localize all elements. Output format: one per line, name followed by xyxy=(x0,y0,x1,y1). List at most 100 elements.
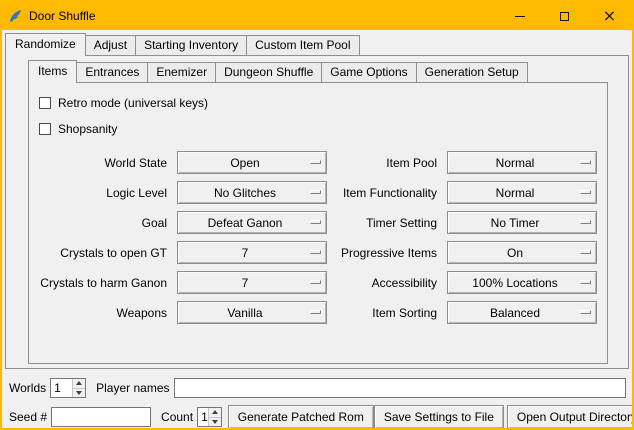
item-sorting-value: Balanced xyxy=(490,306,554,320)
save-settings-button[interactable]: Save Settings to File xyxy=(374,405,504,429)
tab-starting-inventory[interactable]: Starting Inventory xyxy=(135,35,247,55)
player-names-label: Player names xyxy=(96,381,169,395)
logic-level-value: No Glitches xyxy=(214,186,290,200)
open-output-button[interactable]: Open Output Directory xyxy=(507,405,634,429)
goal-value: Defeat Ganon xyxy=(208,216,297,230)
generate-rom-button[interactable]: Generate Patched Rom xyxy=(228,405,374,429)
accessibility-dropdown[interactable]: 100% Locations xyxy=(447,271,597,294)
tab-dungeon-shuffle[interactable]: Dungeon Shuffle xyxy=(215,62,322,82)
dropdown-indicator-icon xyxy=(580,190,591,194)
spinner-arrows xyxy=(72,379,85,397)
titlebar[interactable]: Door Shuffle × xyxy=(2,2,632,30)
close-icon: × xyxy=(603,8,616,24)
tab-items[interactable]: Items xyxy=(28,60,77,83)
spin-down-button[interactable] xyxy=(73,388,85,398)
progressive-items-value: On xyxy=(507,246,537,260)
seed-row: Seed # Count 1 Generate Patched Rom Save… xyxy=(9,405,626,429)
world-state-label: World State xyxy=(35,156,171,170)
accessibility-label: Accessibility xyxy=(333,276,441,290)
count-label: Count xyxy=(161,410,193,424)
retro-mode-checkbox-row[interactable]: Retro mode (universal keys) xyxy=(39,93,601,113)
tab-enemizer[interactable]: Enemizer xyxy=(147,62,216,82)
count-spinbox[interactable]: 1 xyxy=(197,407,222,427)
player-names-input[interactable] xyxy=(174,378,627,398)
item-pool-value: Normal xyxy=(496,156,549,170)
logic-level-dropdown[interactable]: No Glitches xyxy=(177,181,327,204)
dropdown-indicator-icon xyxy=(310,160,321,164)
arrow-down-icon xyxy=(212,420,218,424)
arrow-up-icon xyxy=(76,381,82,385)
dropdown-indicator-icon xyxy=(580,310,591,314)
dropdown-indicator-icon xyxy=(310,250,321,254)
window-title: Door Shuffle xyxy=(29,9,96,23)
spin-up-button[interactable] xyxy=(73,379,85,388)
shopsanity-label: Shopsanity xyxy=(58,122,117,136)
spin-down-button[interactable] xyxy=(209,417,221,427)
logic-level-label: Logic Level xyxy=(35,186,171,200)
count-value: 1 xyxy=(198,408,208,426)
seed-input[interactable] xyxy=(51,407,151,427)
weapons-value: Vanilla xyxy=(227,306,276,320)
inner-tab-bar: Items Entrances Enemizer Dungeon Shuffle… xyxy=(6,56,628,82)
crystals-open-gt-dropdown[interactable]: 7 xyxy=(177,241,327,264)
tab-adjust[interactable]: Adjust xyxy=(85,35,136,55)
app-icon xyxy=(8,9,23,24)
weapons-dropdown[interactable]: Vanilla xyxy=(177,301,327,324)
timer-setting-dropdown[interactable]: No Timer xyxy=(447,211,597,234)
window-controls: × xyxy=(497,2,632,30)
worlds-value: 1 xyxy=(51,379,72,397)
options-grid: World State Open Item Pool Normal Logic … xyxy=(35,151,601,324)
shopsanity-checkbox-row[interactable]: Shopsanity xyxy=(39,119,601,139)
arrow-up-icon xyxy=(212,410,218,414)
app-window: Door Shuffle × Randomize Adjust Starting… xyxy=(0,0,634,430)
minimize-icon xyxy=(515,16,525,17)
tab-entrances[interactable]: Entrances xyxy=(76,62,148,82)
retro-mode-checkbox[interactable] xyxy=(39,97,51,109)
seed-label: Seed # xyxy=(9,410,47,424)
progressive-items-label: Progressive Items xyxy=(333,246,441,260)
crystals-open-gt-label: Crystals to open GT xyxy=(35,246,171,260)
randomize-tab-panel: Items Entrances Enemizer Dungeon Shuffle… xyxy=(5,55,629,369)
dropdown-indicator-icon xyxy=(310,280,321,284)
tab-randomize[interactable]: Randomize xyxy=(5,33,86,56)
dropdown-indicator-icon xyxy=(310,310,321,314)
dropdown-indicator-icon xyxy=(580,250,591,254)
crystals-harm-ganon-value: 7 xyxy=(242,276,263,290)
worlds-spinbox[interactable]: 1 xyxy=(50,378,86,398)
maximize-button[interactable] xyxy=(542,2,587,30)
timer-setting-value: No Timer xyxy=(491,216,554,230)
worlds-row: Worlds 1 Player names xyxy=(9,377,626,399)
progressive-items-dropdown[interactable]: On xyxy=(447,241,597,264)
shopsanity-checkbox[interactable] xyxy=(39,123,51,135)
goal-dropdown[interactable]: Defeat Ganon xyxy=(177,211,327,234)
spin-up-button[interactable] xyxy=(209,408,221,417)
item-functionality-label: Item Functionality xyxy=(333,186,441,200)
items-tab-panel: Retro mode (universal keys) Shopsanity W… xyxy=(28,82,608,364)
tab-generation-setup[interactable]: Generation Setup xyxy=(416,62,528,82)
dropdown-indicator-icon xyxy=(580,280,591,284)
tab-custom-item-pool[interactable]: Custom Item Pool xyxy=(246,35,359,55)
world-state-value: Open xyxy=(230,156,273,170)
item-sorting-dropdown[interactable]: Balanced xyxy=(447,301,597,324)
dropdown-indicator-icon xyxy=(580,220,591,224)
dropdown-indicator-icon xyxy=(580,160,591,164)
close-button[interactable]: × xyxy=(587,2,632,30)
accessibility-value: 100% Locations xyxy=(472,276,571,290)
world-state-dropdown[interactable]: Open xyxy=(177,151,327,174)
item-functionality-dropdown[interactable]: Normal xyxy=(447,181,597,204)
dropdown-indicator-icon xyxy=(310,190,321,194)
spinner-arrows xyxy=(208,408,221,426)
item-pool-label: Item Pool xyxy=(333,156,441,170)
weapons-label: Weapons xyxy=(35,306,171,320)
goal-label: Goal xyxy=(35,216,171,230)
timer-setting-label: Timer Setting xyxy=(333,216,441,230)
maximize-icon xyxy=(560,12,569,21)
crystals-harm-ganon-dropdown[interactable]: 7 xyxy=(177,271,327,294)
crystals-harm-ganon-label: Crystals to harm Ganon xyxy=(35,276,171,290)
retro-mode-label: Retro mode (universal keys) xyxy=(58,96,208,110)
crystals-open-gt-value: 7 xyxy=(242,246,263,260)
item-sorting-label: Item Sorting xyxy=(333,306,441,320)
minimize-button[interactable] xyxy=(497,2,542,30)
item-pool-dropdown[interactable]: Normal xyxy=(447,151,597,174)
tab-game-options[interactable]: Game Options xyxy=(321,62,416,82)
